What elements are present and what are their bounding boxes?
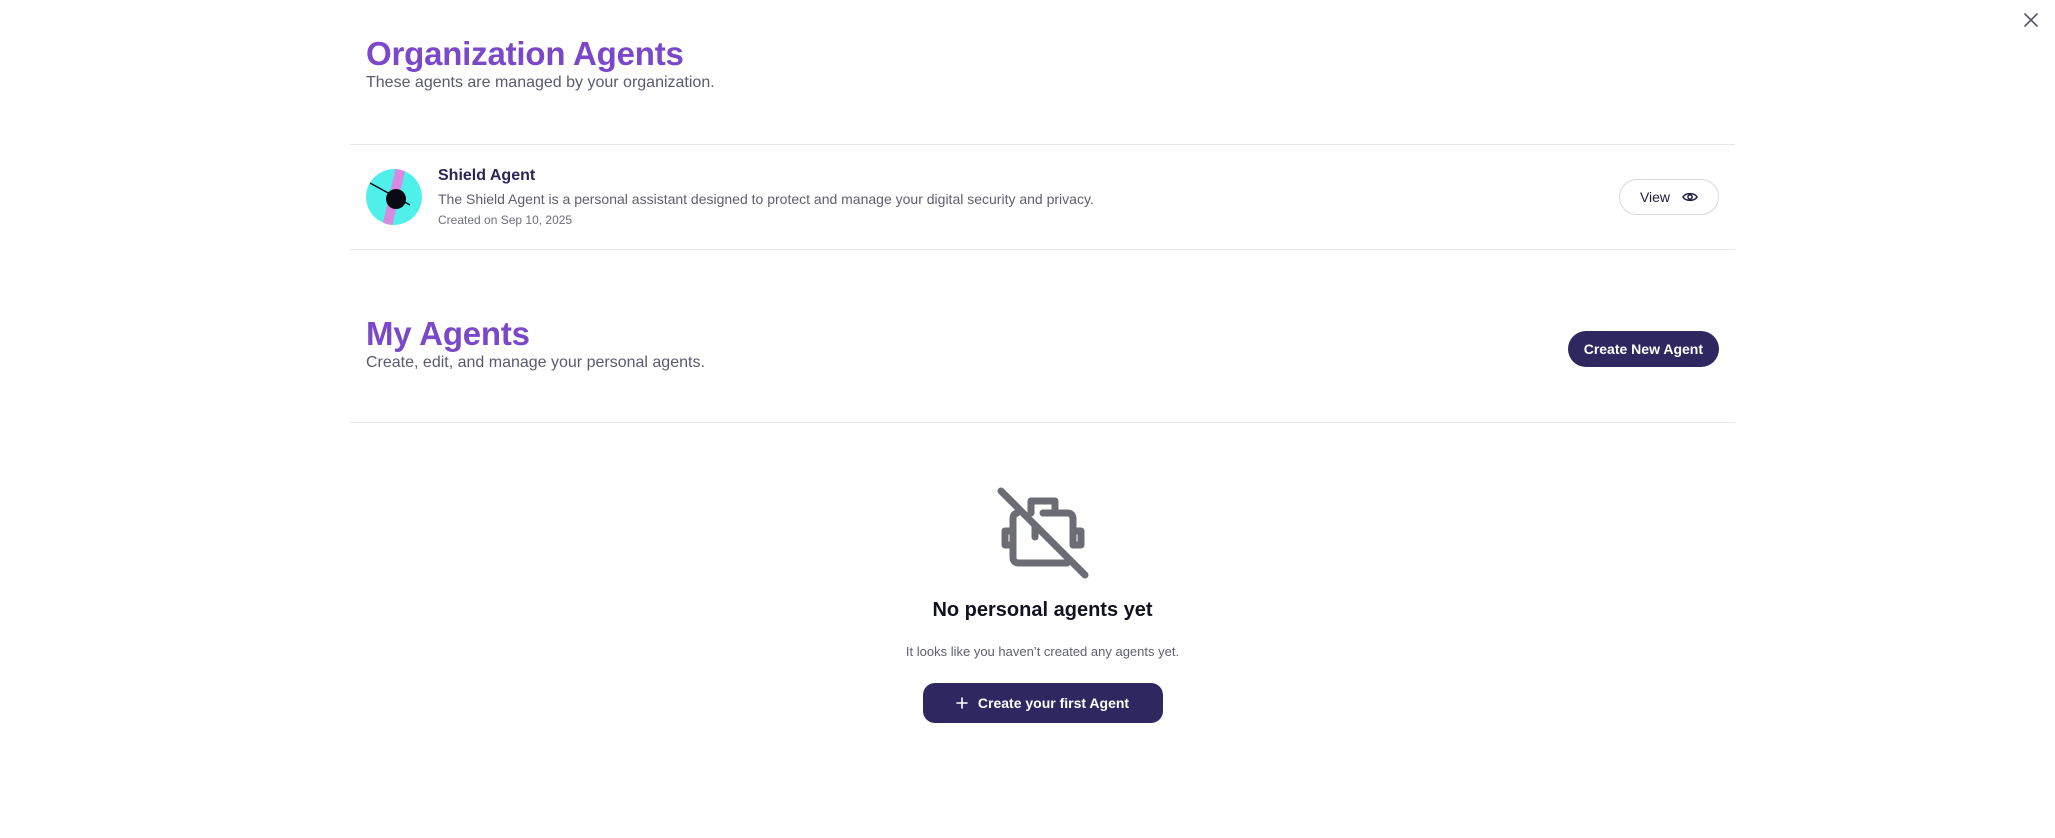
create-new-agent-button[interactable]: Create New Agent	[1567, 331, 1719, 367]
empty-state: No personal agents yet It looks like you…	[350, 423, 1735, 723]
view-agent-button[interactable]: View	[1619, 179, 1719, 215]
agent-avatar	[366, 169, 422, 225]
close-icon	[2024, 13, 2038, 27]
robot-off-icon	[997, 487, 1088, 579]
close-button[interactable]	[2021, 10, 2041, 30]
create-first-agent-label: Create your first Agent	[977, 695, 1130, 711]
org-agents-title: Organization Agents	[366, 35, 684, 72]
agent-description: The Shield Agent is a personal assistant…	[438, 191, 1094, 207]
agent-created-date: Created on Sep 10, 2025	[438, 213, 573, 227]
plus-icon	[956, 697, 968, 709]
agent-info: Shield Agent The Shield Agent is a perso…	[438, 167, 1619, 227]
agent-row-shield: Shield Agent The Shield Agent is a perso…	[350, 145, 1735, 249]
empty-state-title: No personal agents yet	[932, 599, 1153, 621]
org-agents-subtitle: These agents are managed by your organiz…	[366, 74, 715, 92]
agents-page: Organization Agents These agents are man…	[350, 0, 1735, 723]
agent-name: Shield Agent	[438, 167, 536, 184]
empty-state-text: It looks like you haven’t created any ag…	[905, 644, 1180, 659]
my-agents-title: My Agents	[366, 315, 530, 352]
view-button-label: View	[1639, 189, 1671, 205]
eye-icon	[1682, 192, 1698, 202]
my-agents-header: My Agents Create, edit, and manage your …	[350, 250, 1735, 422]
my-agents-subtitle: Create, edit, and manage your personal a…	[366, 354, 705, 372]
org-agents-header: Organization Agents These agents are man…	[350, 0, 1735, 144]
create-first-agent-button[interactable]: Create your first Agent	[922, 683, 1163, 723]
